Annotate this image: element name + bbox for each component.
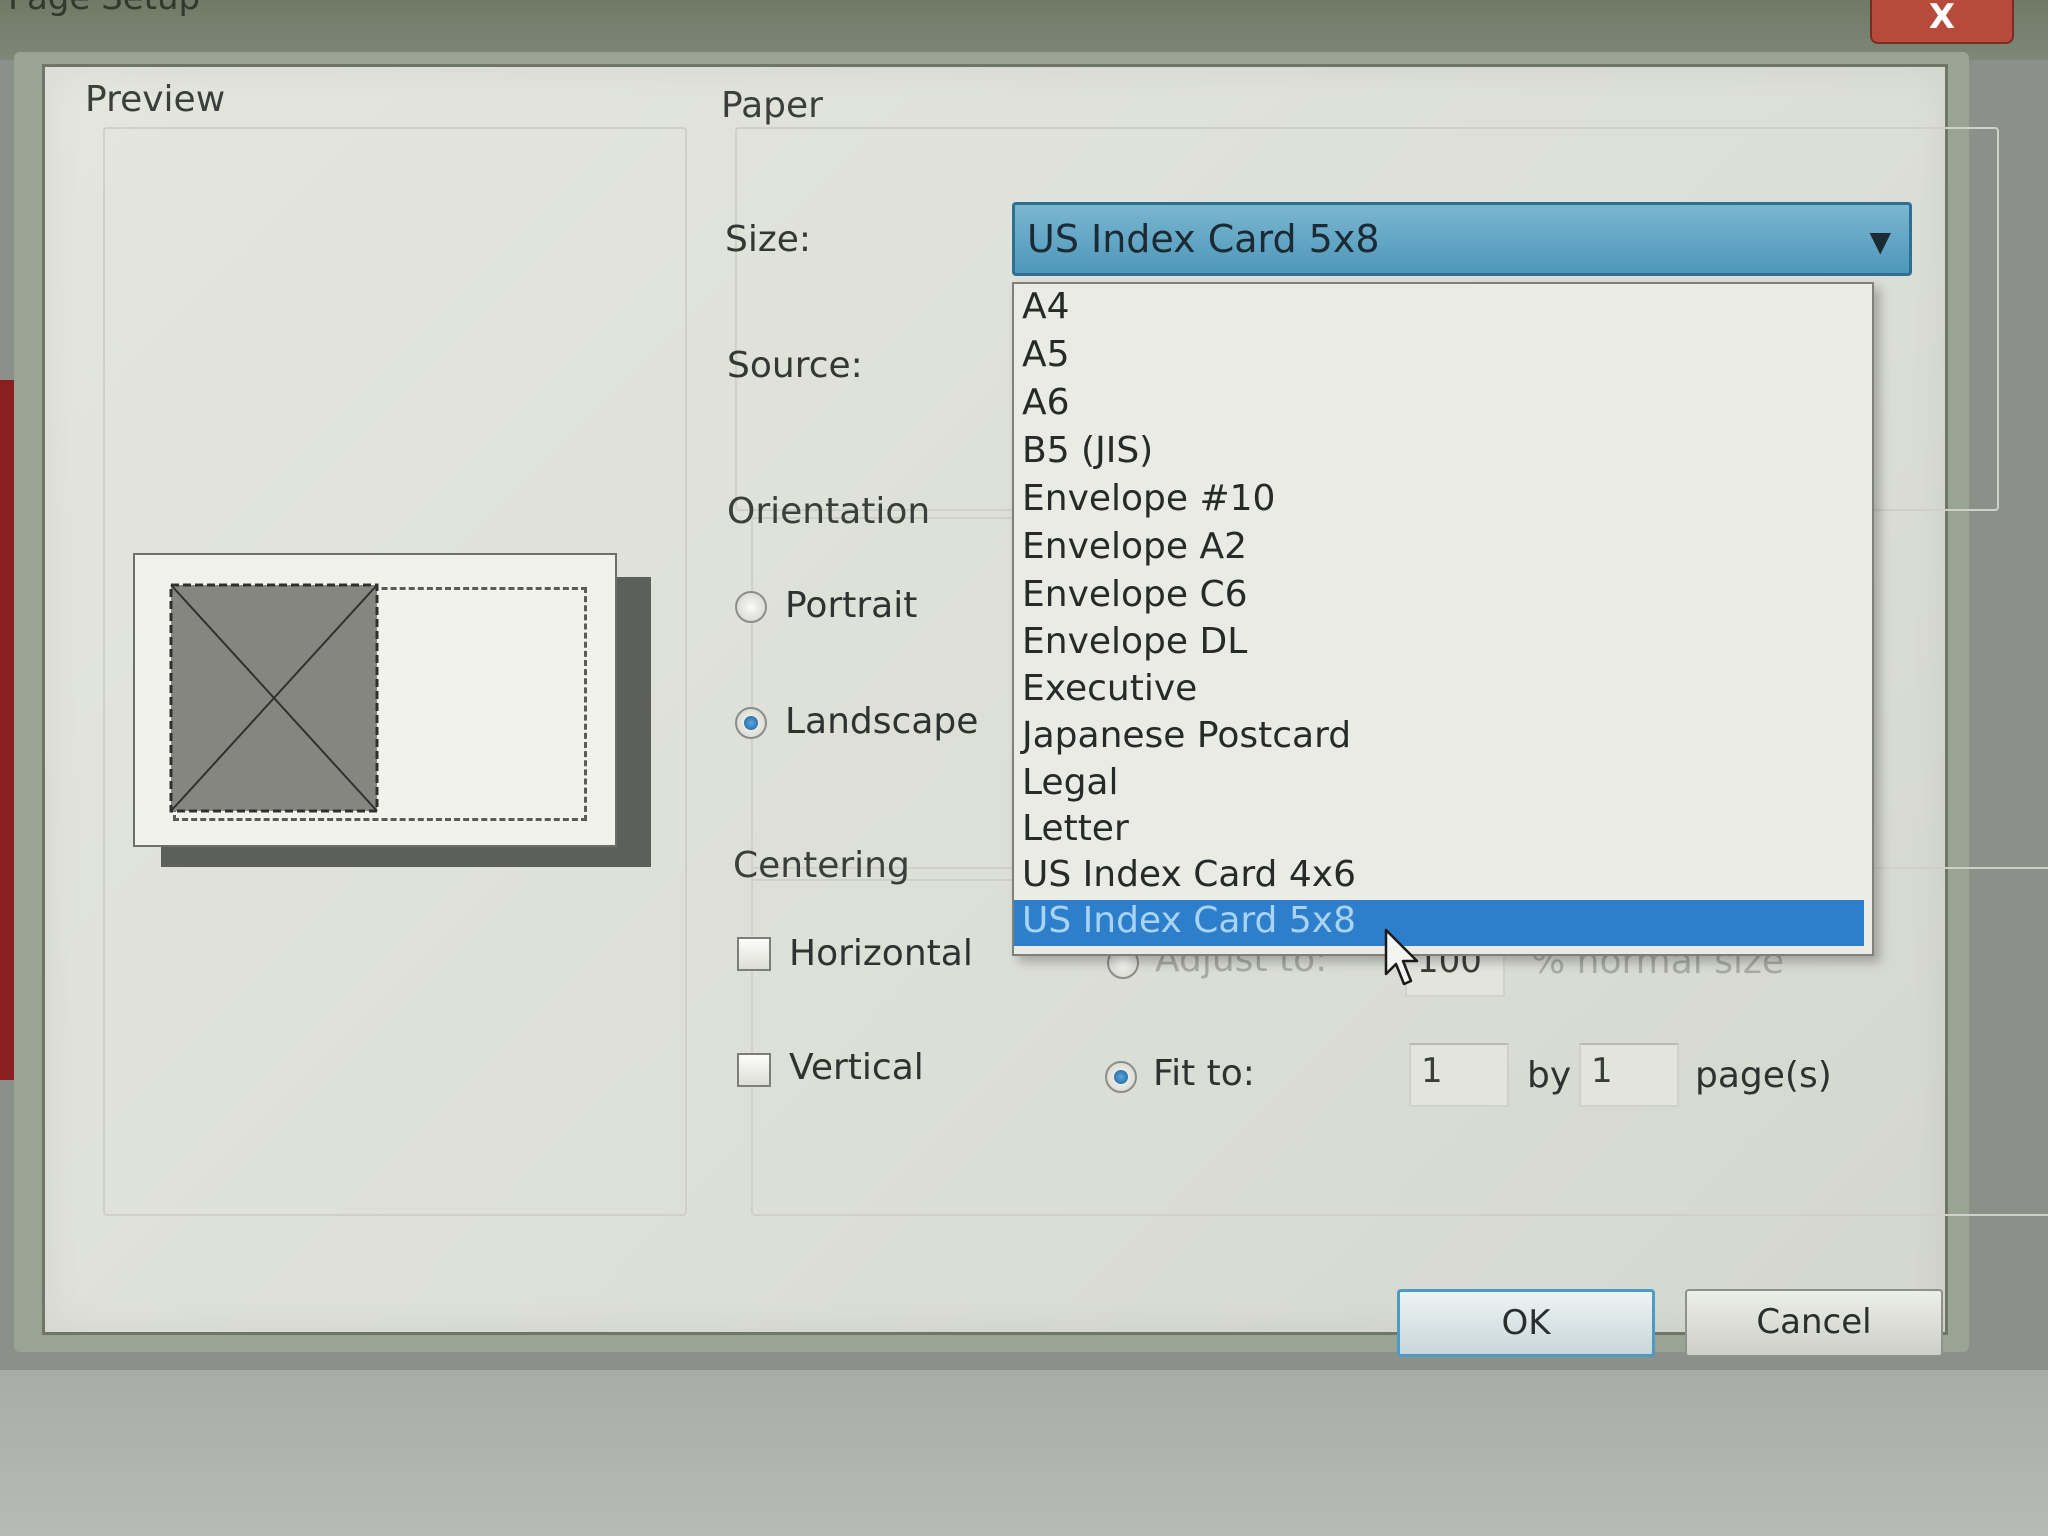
vertical-checkbox[interactable] <box>737 1053 771 1087</box>
paper-size-value: US Index Card 5x8 <box>1027 217 1380 261</box>
window-title: Page Setup <box>8 0 200 18</box>
size-option-a5[interactable]: A5 <box>1022 334 1070 375</box>
size-option-a6[interactable]: A6 <box>1022 382 1070 423</box>
preview-image-placeholder-icon <box>169 583 379 813</box>
mouse-cursor-icon <box>1384 928 1419 986</box>
fit-to-radio[interactable] <box>1105 1061 1137 1093</box>
paper-label: Paper <box>721 85 823 126</box>
landscape-label: Landscape <box>785 701 979 742</box>
horizontal-checkbox[interactable] <box>737 937 771 971</box>
size-option-a4[interactable]: A4 <box>1022 286 1070 327</box>
cancel-button[interactable]: Cancel <box>1685 1289 1943 1357</box>
ok-button[interactable]: OK <box>1397 1289 1655 1357</box>
centering-label: Centering <box>733 845 910 886</box>
size-label: Size: <box>725 219 812 260</box>
by-label: by <box>1527 1055 1572 1096</box>
size-option-envelope-dl[interactable]: Envelope DL <box>1022 621 1247 662</box>
size-option-letter[interactable]: Letter <box>1022 808 1129 849</box>
size-option-executive[interactable]: Executive <box>1022 668 1197 709</box>
size-option-b5-jis[interactable]: B5 (JIS) <box>1022 430 1153 471</box>
close-button[interactable]: X <box>1870 0 2014 44</box>
size-option-envelope-a2[interactable]: Envelope A2 <box>1022 526 1247 567</box>
size-option-us-index-card-4x6[interactable]: US Index Card 4x6 <box>1022 854 1356 895</box>
size-option-us-index-card-5x8[interactable]: US Index Card 5x8 <box>1014 900 1864 946</box>
horizontal-label: Horizontal <box>789 933 973 974</box>
size-option-japanese-postcard[interactable]: Japanese Postcard <box>1022 715 1351 756</box>
size-option-legal[interactable]: Legal <box>1022 762 1119 803</box>
window-titlebar-area: Page Setup <box>0 0 2048 60</box>
portrait-radio[interactable] <box>735 591 767 623</box>
fit-pages-tall-input[interactable]: 1 <box>1579 1043 1679 1107</box>
fit-to-label: Fit to: <box>1153 1053 1255 1094</box>
chevron-down-icon: ▼ <box>1869 225 1891 258</box>
fit-pages-wide-input[interactable]: 1 <box>1409 1043 1509 1107</box>
pages-label: page(s) <box>1695 1055 1832 1096</box>
orientation-label: Orientation <box>727 491 931 532</box>
portrait-label: Portrait <box>785 585 918 626</box>
paper-size-dropdown-list[interactable]: A4 A5 A6 B5 (JIS) Envelope #10 Envelope … <box>1012 282 1874 956</box>
paper-size-select[interactable]: US Index Card 5x8 ▼ <box>1012 202 1912 276</box>
landscape-radio[interactable] <box>735 707 767 739</box>
vertical-label: Vertical <box>789 1047 924 1088</box>
preview-label: Preview <box>85 79 226 120</box>
source-label: Source: <box>727 345 863 386</box>
size-option-envelope-10[interactable]: Envelope #10 <box>1022 478 1275 519</box>
close-icon: X <box>1928 0 1956 37</box>
background-desk <box>0 1370 2048 1536</box>
size-option-envelope-c6[interactable]: Envelope C6 <box>1022 574 1248 615</box>
